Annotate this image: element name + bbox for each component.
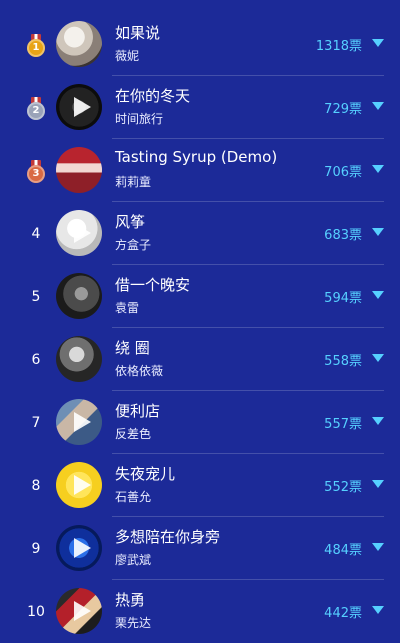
gold-medal-icon: 1 [27, 33, 45, 57]
vote-count: 683票 [324, 228, 362, 243]
chevron-down-icon[interactable] [372, 417, 384, 425]
song-title: 如果说 [115, 24, 161, 42]
list-item[interactable]: 2 在你的冬天 时间旅行 729票 [0, 76, 400, 139]
rank-number: 8 [31, 477, 41, 494]
rank-number: 10 [27, 603, 45, 620]
rank-badge: 2 [20, 76, 52, 139]
list-item[interactable]: 3 Tasting Syrup (Demo) 莉莉童 706票 [0, 139, 400, 202]
vote-count: 729票 [324, 102, 362, 117]
chevron-down-icon[interactable] [372, 165, 384, 173]
artist-name: 反差色 [115, 427, 152, 441]
vote-count: 1318票 [315, 39, 362, 54]
list-item[interactable]: 8 失夜宠儿 石善允 552票 [0, 454, 400, 517]
play-icon[interactable] [74, 97, 91, 117]
album-cover[interactable] [56, 84, 102, 130]
rank-number: 6 [31, 351, 41, 368]
artist-name: 廖武斌 [115, 553, 152, 567]
song-title: 风筝 [115, 213, 146, 231]
album-cover[interactable] [56, 210, 102, 256]
list-item[interactable]: 4 风筝 方盒子 683票 [0, 202, 400, 265]
album-cover[interactable] [56, 588, 102, 634]
list-item[interactable]: 9 多想陪在你身旁 廖武斌 484票 [0, 517, 400, 580]
rank-badge: 3 [20, 139, 52, 202]
artist-name: 莉莉童 [115, 175, 152, 189]
rank-number: 7 [31, 414, 41, 431]
chevron-down-icon[interactable] [372, 291, 384, 299]
vote-count: 484票 [324, 543, 362, 558]
chevron-down-icon[interactable] [372, 480, 384, 488]
rank-badge: 1 [20, 13, 52, 76]
album-cover[interactable] [56, 21, 102, 67]
album-cover[interactable] [56, 336, 102, 382]
album-cover[interactable] [56, 273, 102, 319]
song-title: 便利店 [115, 402, 161, 420]
song-title: 在你的冬天 [115, 87, 191, 105]
song-title: 热勇 [115, 591, 146, 609]
vote-count: 557票 [324, 417, 362, 432]
rank-number: 5 [31, 288, 41, 305]
vote-count: 442票 [324, 606, 362, 621]
play-icon[interactable] [74, 475, 91, 495]
chevron-down-icon[interactable] [372, 543, 384, 551]
artist-name: 方盒子 [115, 238, 152, 252]
album-cover[interactable] [56, 399, 102, 445]
artist-name: 袁雷 [115, 301, 140, 315]
artist-name: 时间旅行 [115, 112, 164, 126]
song-title: 失夜宠儿 [115, 465, 176, 483]
play-icon[interactable] [74, 601, 91, 621]
list-item[interactable]: 10 热勇 栗先达 442票 [0, 580, 400, 643]
vote-count: 558票 [324, 354, 362, 369]
list-item[interactable]: 6 绕 圈 依格依薇 558票 [0, 328, 400, 391]
chevron-down-icon[interactable] [372, 39, 384, 47]
vote-count: 706票 [324, 165, 362, 180]
bronze-medal-icon: 3 [27, 159, 45, 183]
chevron-down-icon[interactable] [372, 606, 384, 614]
album-cover[interactable] [56, 525, 102, 571]
vote-count: 552票 [324, 480, 362, 495]
chevron-down-icon[interactable] [372, 354, 384, 362]
chevron-down-icon[interactable] [372, 228, 384, 236]
list-item[interactable]: 7 便利店 反差色 557票 [0, 391, 400, 454]
song-ranking-list: 1 如果说 薇妮 1318票 2 在你的冬天 时间旅行 729票 3 Tasti… [0, 0, 400, 643]
chevron-down-icon[interactable] [372, 102, 384, 110]
play-icon[interactable] [74, 412, 91, 432]
song-title: 绕 圈 [115, 339, 150, 357]
rank-number: 9 [31, 540, 41, 557]
play-icon[interactable] [74, 538, 91, 558]
artist-name: 栗先达 [115, 616, 152, 630]
artist-name: 石善允 [115, 490, 152, 504]
album-cover[interactable] [56, 147, 102, 193]
artist-name: 依格依薇 [115, 364, 164, 378]
song-title: Tasting Syrup (Demo) [115, 148, 278, 166]
artist-name: 薇妮 [115, 49, 140, 63]
list-item[interactable]: 1 如果说 薇妮 1318票 [0, 13, 400, 76]
silver-medal-icon: 2 [27, 96, 45, 120]
rank-number: 4 [31, 225, 41, 242]
album-cover[interactable] [56, 462, 102, 508]
song-title: 借一个晚安 [115, 276, 191, 294]
vote-count: 594票 [324, 291, 362, 306]
song-title: 多想陪在你身旁 [115, 528, 221, 546]
list-item[interactable]: 5 借一个晚安 袁雷 594票 [0, 265, 400, 328]
play-icon[interactable] [74, 223, 91, 243]
